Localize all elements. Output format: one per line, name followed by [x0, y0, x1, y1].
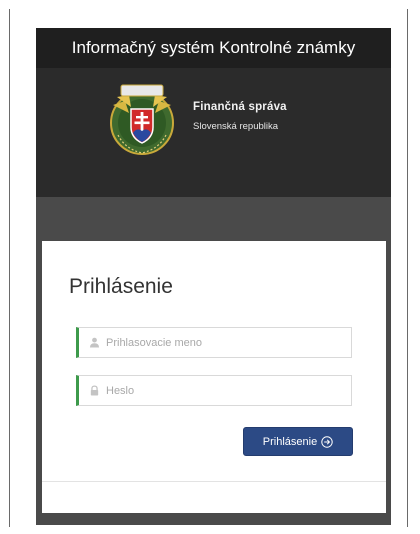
password-field[interactable]	[76, 375, 352, 406]
user-icon	[89, 337, 100, 348]
login-heading: Prihlásenie	[69, 275, 173, 298]
login-button-label: Prihlásenie	[262, 435, 318, 448]
panel-divider	[42, 481, 386, 482]
login-panel: Prihlásenie Prihlásenie	[42, 241, 386, 513]
password-input[interactable]	[106, 376, 351, 405]
brand-name: Finančná správa	[193, 101, 287, 113]
brand-header: Finančná správa Slovenská republika	[36, 68, 391, 197]
login-button[interactable]: Prihlásenie	[243, 427, 353, 456]
arrow-circle-right-icon	[321, 435, 333, 448]
brand-subtitle: Slovenská republika	[193, 121, 279, 132]
app-title: Informačný systém Kontrolné známky	[36, 28, 391, 69]
financna-sprava-emblem-icon	[110, 84, 174, 155]
username-input[interactable]	[106, 328, 351, 357]
username-field[interactable]	[76, 327, 352, 358]
lock-icon	[90, 385, 99, 396]
app-window: Informačný systém Kontrolné známky Finan…	[36, 28, 391, 525]
